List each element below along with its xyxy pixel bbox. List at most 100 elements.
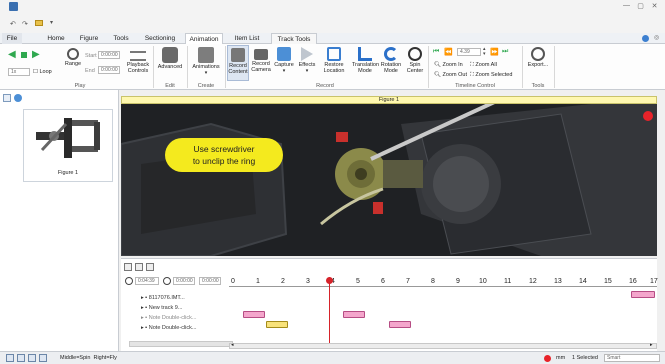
close-icon[interactable]: ✕ xyxy=(650,2,659,10)
scroll-right-icon[interactable]: ▸ xyxy=(650,342,653,348)
status-view-icon[interactable] xyxy=(17,354,25,362)
export-button[interactable]: Export... xyxy=(525,47,551,68)
end-time-field[interactable]: 0:00:00 xyxy=(98,66,120,74)
callout-line-1: Use screwdriver xyxy=(193,144,255,154)
tab-tools[interactable]: Tools xyxy=(110,33,132,44)
ruler-tick: 12 xyxy=(529,278,537,285)
timeline-ruler[interactable]: 0 1 2 3 4 5 6 7 8 9 10 11 12 13 14 15 16… xyxy=(229,275,658,287)
playhead[interactable] xyxy=(329,277,330,345)
go-start-icon[interactable]: ⏮ xyxy=(433,48,439,56)
timeline-end-field[interactable]: 0:00:00 xyxy=(199,277,221,285)
go-end-icon[interactable]: ⏭ xyxy=(502,48,508,56)
zoom-out-button[interactable]: 🔍︎ Zoom Out xyxy=(434,72,467,78)
status-view-icon[interactable] xyxy=(6,354,14,362)
group-divider xyxy=(522,46,523,88)
spin-center-button[interactable]: Spin Center xyxy=(404,47,426,74)
record-camera-button[interactable]: Record Camera xyxy=(250,47,272,73)
expand-icon[interactable]: ▸ ▪ xyxy=(141,295,149,301)
stop-icon[interactable] xyxy=(21,52,27,58)
loop-checkbox[interactable]: ☐ Loop xyxy=(33,69,52,75)
prev-key-icon[interactable]: ⏪ xyxy=(444,48,453,56)
unit-label[interactable]: mm xyxy=(556,355,565,361)
zoom-selected-label: Zoom Selected xyxy=(475,72,513,78)
tab-file[interactable]: File xyxy=(2,33,22,44)
track-row[interactable]: ▸ ▪ 8117076.IMT... xyxy=(141,293,251,303)
zoom-out-label: Zoom Out xyxy=(442,72,467,78)
add-track-icon[interactable] xyxy=(124,263,132,271)
playhead-handle-icon[interactable] xyxy=(326,277,333,284)
keyframe-bar[interactable] xyxy=(343,311,365,318)
play-icon[interactable]: ▶ xyxy=(32,50,40,60)
step-back-icon[interactable]: ◀ xyxy=(8,50,16,60)
figure-thumbnail[interactable]: Figure 1 xyxy=(23,109,113,182)
timeline-control-group-label: Timeline Control xyxy=(455,83,495,89)
expand-icon[interactable]: ▸ ▪ xyxy=(141,305,149,311)
expand-icon[interactable]: ▸ ▪ xyxy=(141,315,149,321)
next-key-icon[interactable]: ⏩ xyxy=(490,48,499,56)
gallery-settings-icon[interactable] xyxy=(14,94,22,102)
translation-mode-button[interactable]: Translation Mode xyxy=(352,47,379,74)
advanced-button[interactable]: Advanced xyxy=(156,47,184,70)
tab-home[interactable]: Home xyxy=(44,33,68,44)
scroll-left-icon[interactable]: ◂ xyxy=(231,342,234,348)
playback-controls-button[interactable]: Playback Controls xyxy=(125,48,151,74)
current-time-field[interactable]: 0:04:39 xyxy=(135,277,159,285)
keyframe-bar[interactable] xyxy=(631,291,655,298)
open-folder-icon[interactable] xyxy=(35,20,43,26)
minimize-icon[interactable]: — xyxy=(622,2,631,9)
edit-group-label: Edit xyxy=(165,83,175,89)
spinner-icon[interactable]: ▴ ▾ xyxy=(483,47,486,57)
tools-group-label: Tools xyxy=(531,83,545,89)
status-view-icon[interactable] xyxy=(39,354,47,362)
redo-icon[interactable]: ↷ xyxy=(22,20,28,28)
ruler-tick: 5 xyxy=(356,278,360,285)
gallery-view-icon[interactable] xyxy=(3,94,11,102)
keyframe-bar[interactable] xyxy=(243,311,265,318)
capture-button[interactable]: Capture ▾ xyxy=(273,47,295,74)
tab-track-tools[interactable]: Track Tools xyxy=(271,33,317,44)
track-row[interactable]: ▸ ▪ New track 9... xyxy=(141,303,251,313)
spin-center-label: Spin Center xyxy=(406,62,424,74)
track-row[interactable]: ▸ ▪ Note Double-click... xyxy=(141,313,251,323)
ruler-tick: 8 xyxy=(431,278,435,285)
time-field[interactable]: 4.39 xyxy=(457,48,481,56)
track-row[interactable]: ▸ ▪ Note Double-click... xyxy=(141,323,251,333)
tab-item-list[interactable]: Item List xyxy=(231,33,263,44)
track-list-icon[interactable] xyxy=(135,263,143,271)
zoom-selected-button[interactable]: ⛶ Zoom Selected xyxy=(470,72,512,79)
help-icon[interactable] xyxy=(642,35,649,42)
record-group-label: Record xyxy=(316,83,334,89)
record-content-button[interactable]: Record Content xyxy=(227,45,249,81)
animations-button[interactable]: Animations ▾ xyxy=(190,47,222,76)
selection-mode-select[interactable]: Smart xyxy=(604,354,660,362)
track-options-icon[interactable] xyxy=(146,263,154,271)
spin-center-icon xyxy=(408,47,422,61)
timeline-start-field[interactable]: 0:00:00 xyxy=(173,277,195,285)
qat-dropdown-icon[interactable]: ▾ xyxy=(50,19,53,26)
expand-icon[interactable]: ▸ ▪ xyxy=(141,325,149,331)
ribbon-options-icon[interactable]: ◎ xyxy=(654,34,659,41)
3d-viewport[interactable]: Use screwdriver to unclip the ring xyxy=(121,104,657,256)
keyframe-bar[interactable] xyxy=(266,321,288,328)
record-content-label: Record Content xyxy=(228,63,248,75)
instruction-callout[interactable]: Use screwdriver to unclip the ring xyxy=(165,138,283,172)
playback-controls-icon xyxy=(130,51,146,61)
timeline-scrollbar[interactable]: ◂ ▸ xyxy=(229,342,657,349)
speed-select[interactable]: 1x xyxy=(8,68,30,76)
start-time-field[interactable]: 0:00:00 xyxy=(98,51,120,59)
zoom-all-button[interactable]: ⛶ Zoom All xyxy=(470,62,497,69)
effects-icon xyxy=(301,47,313,61)
restore-location-button[interactable]: Restore Location xyxy=(320,47,348,74)
keyframe-bar[interactable] xyxy=(389,321,411,328)
range-button[interactable]: Range xyxy=(64,48,82,67)
tab-sectioning[interactable]: Sectioning xyxy=(141,33,179,44)
status-view-icon[interactable] xyxy=(28,354,36,362)
track-list-scrollbar[interactable] xyxy=(129,341,233,347)
start-clock-icon xyxy=(163,277,171,285)
rotation-mode-button[interactable]: Rotation Mode xyxy=(380,47,402,74)
undo-icon[interactable]: ↶ xyxy=(10,20,16,28)
zoom-in-button[interactable]: 🔍︎ Zoom In xyxy=(434,62,463,68)
maximize-icon[interactable]: ▢ xyxy=(636,2,645,10)
tab-figure[interactable]: Figure xyxy=(76,33,102,44)
effects-button[interactable]: Effects ▾ xyxy=(296,47,318,74)
